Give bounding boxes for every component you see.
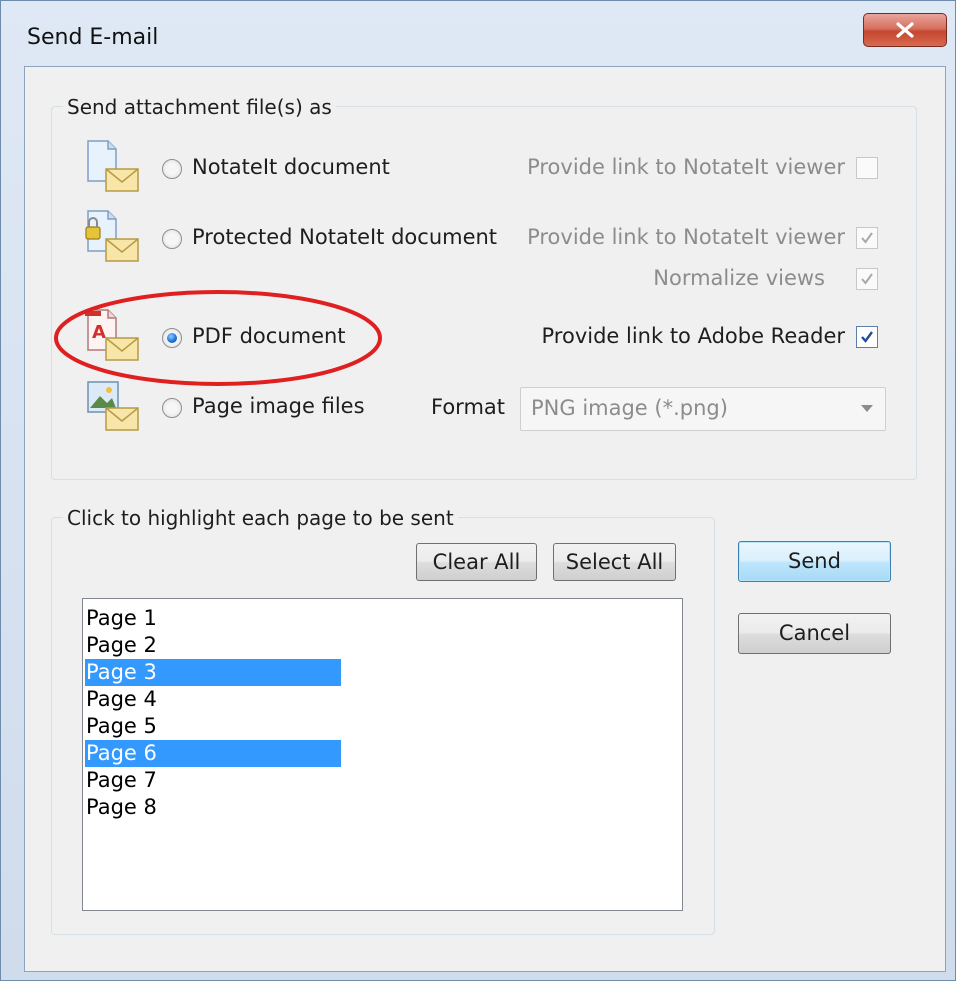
clear-all-button[interactable]: Clear All <box>416 543 537 581</box>
close-button[interactable] <box>863 13 947 47</box>
format-select[interactable]: PNG image (*.png) <box>520 387 886 431</box>
format-label: Format <box>431 395 506 419</box>
cancel-button[interactable]: Cancel <box>738 613 891 654</box>
select-all-button[interactable]: Select All <box>553 543 676 581</box>
checkmark-icon <box>861 331 873 343</box>
send-button[interactable]: Send <box>738 541 891 582</box>
radio-protected-notateit-document[interactable] <box>162 229 182 249</box>
notateit-viewer-link-label-2: Provide link to NotateIt viewer <box>527 225 845 249</box>
adobe-reader-link-label: Provide link to Adobe Reader <box>541 324 846 348</box>
chevron-down-icon <box>861 405 873 412</box>
list-item-page-4[interactable]: Page 4 <box>85 686 341 713</box>
checkmark-icon <box>861 232 873 244</box>
notateit-viewer-link-checkbox-1[interactable] <box>856 157 878 179</box>
radio-pdf-document[interactable] <box>162 328 182 348</box>
checkmark-icon <box>861 273 873 285</box>
list-item-page-1[interactable]: Page 1 <box>85 605 341 632</box>
radio-page-image-files[interactable] <box>162 398 182 418</box>
attachment-group-legend: Send attachment file(s) as <box>63 95 336 119</box>
page-listbox[interactable]: Page 1 Page 2 Page 3 Page 4 Page 5 Page … <box>82 598 683 911</box>
svg-text:A: A <box>92 322 106 343</box>
list-item-page-6[interactable]: Page 6 <box>85 740 341 767</box>
list-item-page-2[interactable]: Page 2 <box>85 632 341 659</box>
pdf-email-icon: A <box>82 306 142 366</box>
option-notateit-document-label: NotateIt document <box>192 155 390 179</box>
list-item-page-5[interactable]: Page 5 <box>85 713 341 740</box>
notateit-viewer-link-label-1: Provide link to NotateIt viewer <box>527 155 845 179</box>
option-protected-notateit-document-label: Protected NotateIt document <box>192 225 498 249</box>
list-item-page-3[interactable]: Page 3 <box>85 659 341 686</box>
list-item-page-7[interactable]: Page 7 <box>85 767 341 794</box>
image-email-icon <box>82 376 142 436</box>
close-icon <box>896 22 914 38</box>
document-email-icon <box>82 137 142 197</box>
adobe-reader-link-checkbox[interactable] <box>856 326 878 348</box>
format-select-value: PNG image (*.png) <box>531 396 728 420</box>
radio-notateit-document[interactable] <box>162 159 182 179</box>
protected-document-email-icon <box>82 207 142 267</box>
normalize-views-checkbox[interactable] <box>856 268 878 290</box>
pages-group-legend: Click to highlight each page to be sent <box>63 506 458 530</box>
window-title: Send E-mail <box>27 25 159 50</box>
list-item-page-8[interactable]: Page 8 <box>85 794 341 821</box>
notateit-viewer-link-checkbox-2[interactable] <box>856 227 878 249</box>
option-pdf-document-label: PDF document <box>192 324 346 348</box>
normalize-views-label: Normalize views <box>653 266 825 290</box>
option-page-image-files-label: Page image files <box>192 394 365 418</box>
